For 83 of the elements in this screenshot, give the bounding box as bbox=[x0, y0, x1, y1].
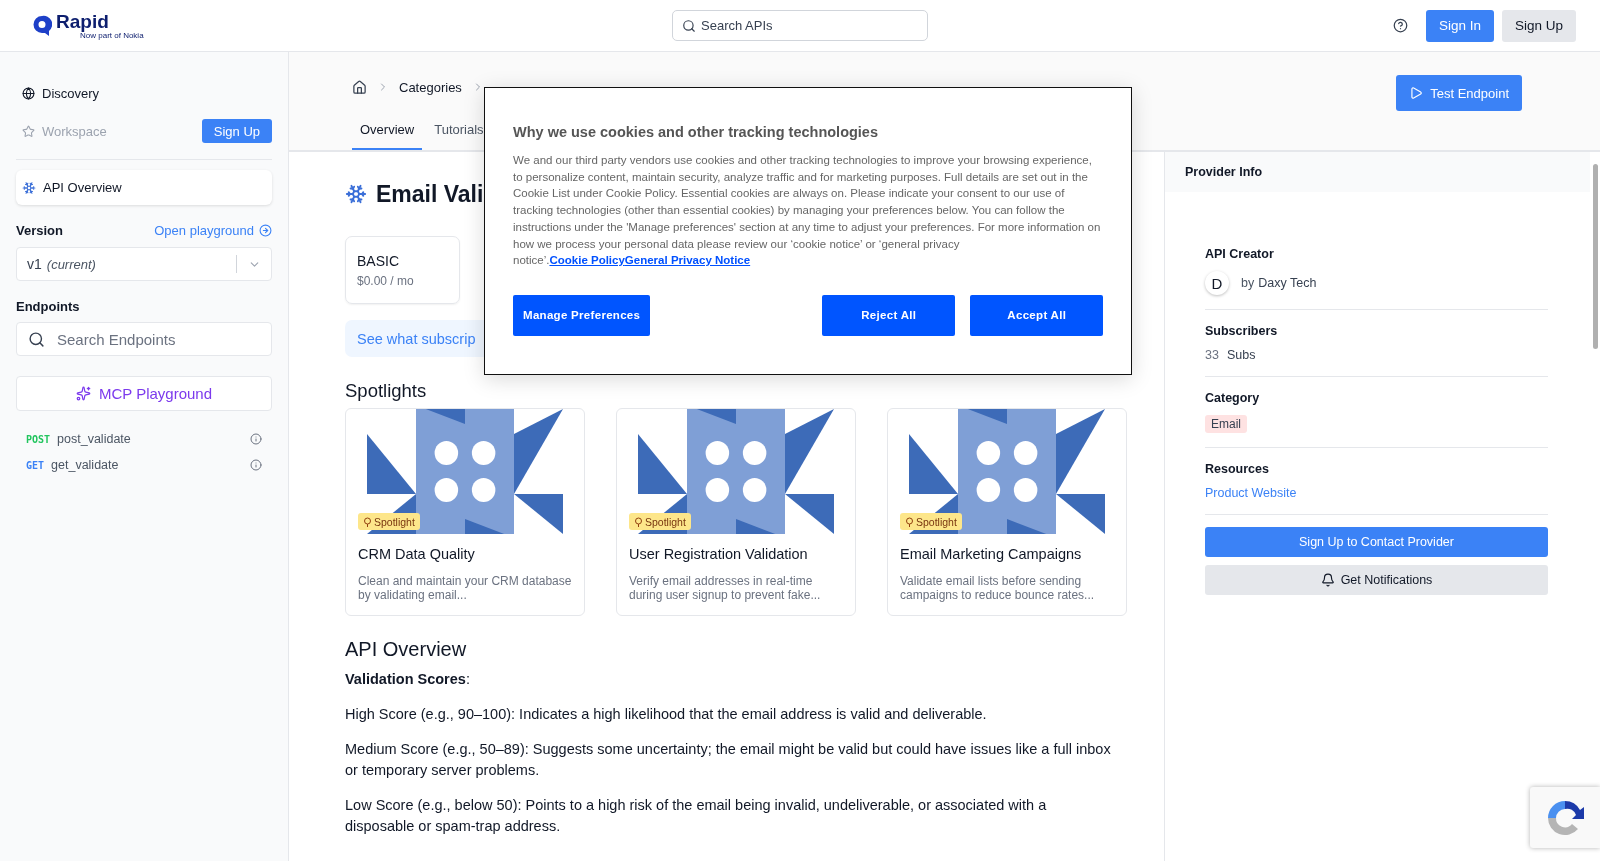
endpoints-label: Endpoints bbox=[16, 299, 80, 314]
play-icon bbox=[1409, 86, 1424, 100]
subscriber-count: 33 bbox=[1205, 348, 1219, 362]
dialog-title: Why we use cookies and other tracking technologies bbox=[513, 124, 879, 140]
policy-link[interactable]: Cookie Policy bbox=[549, 254, 625, 267]
category-tag[interactable]: Email bbox=[1205, 415, 1247, 433]
paragraph: Medium Score (e.g., 50–89): Suggests some uncertainty; the email might be valid but could have issues like a full inbox or temporary server problems. bbox=[345, 740, 1112, 780]
help-icon[interactable] bbox=[1392, 18, 1408, 33]
open-playground-link[interactable]: Open playground bbox=[154, 223, 272, 238]
card-description: Validate email lists before sending campaigns to reduce bounce rates... bbox=[900, 574, 1096, 602]
mcp-playground-button[interactable]: MCP Playground bbox=[16, 376, 272, 411]
breadcrumb-link[interactable]: Categories bbox=[399, 79, 462, 95]
search-icon bbox=[682, 18, 696, 33]
logo-name: Rapid bbox=[56, 11, 110, 31]
by-label: by bbox=[1241, 276, 1255, 290]
version-label: Version bbox=[16, 223, 63, 238]
logo-icon bbox=[32, 14, 52, 37]
endpoint-search-field[interactable]: Search Endpoints bbox=[16, 322, 272, 356]
card-description: Clean and maintain your CRM database by validating email... bbox=[358, 574, 572, 602]
section-heading: Spotlights bbox=[345, 380, 428, 402]
scrollbar-thumb[interactable] bbox=[1592, 164, 1598, 349]
spotlight-badge: Spotlight bbox=[629, 513, 691, 530]
card-title: CRM Data Quality bbox=[358, 546, 476, 562]
endpoint-item[interactable]: GET get_validate bbox=[16, 455, 272, 475]
paragraph: High Score (e.g., 90–100): Indicates a high likelihood that the email address is valid and deliverable. bbox=[345, 705, 988, 724]
sign-up-button[interactable]: Sign Up bbox=[1501, 9, 1576, 42]
snowflake-icon bbox=[345, 183, 367, 205]
consent-button[interactable]: Manage Preferences bbox=[513, 294, 651, 336]
plan-card[interactable]: BASIC $0.00 / mo bbox=[345, 236, 460, 304]
captcha-badge[interactable] bbox=[1530, 787, 1600, 848]
product-website-link[interactable]: Product Website bbox=[1205, 486, 1548, 500]
version-select[interactable]: v1 (current) bbox=[16, 247, 272, 281]
snowflake-icon bbox=[22, 180, 36, 195]
consent-button[interactable]: Accept All bbox=[970, 294, 1104, 336]
method-label: POST bbox=[26, 433, 51, 445]
plan-price: $0.00 / mo bbox=[357, 274, 415, 288]
section-label: Subscribers bbox=[1205, 324, 1279, 338]
endpoint-item[interactable]: POST post_validate bbox=[16, 429, 272, 449]
endpoint-name: get_validate bbox=[51, 458, 120, 472]
creator-name: Daxy Tech bbox=[1258, 276, 1317, 290]
policy-link[interactable]: General Privacy Notice bbox=[624, 254, 751, 267]
home-icon[interactable] bbox=[352, 79, 367, 95]
spotlight-card[interactable]: Spotlight User Registration Validation Verify email addresses in real-time during user signup to prevent fake... bbox=[616, 408, 856, 616]
section-label: API Creator bbox=[1205, 247, 1275, 261]
consent-button[interactable]: Reject All bbox=[822, 294, 956, 336]
arrow-right-circle-icon bbox=[259, 224, 272, 237]
section-heading: API Overview bbox=[345, 638, 468, 661]
search-field[interactable]: Search APIs bbox=[672, 10, 928, 41]
contact-provider-button[interactable]: Sign Up to Contact Provider bbox=[1205, 527, 1548, 557]
sparkles-icon bbox=[75, 386, 91, 401]
subscriber-unit: Subs bbox=[1226, 348, 1256, 362]
dialog-text: We and our third party vendors use cookies and other tracking technologies to improve your browsing experience, to personalize content, maintain security, analyze traffic and for marketing purposes. Full details are set out in the Cookie List under Cookie Policy. Essential cookies are always on. Please indicate your consent to our use of tracking technologies (other than essential cookies) by managing your preferences below. You can follow the instructions under the 'Manage preferences' section at any time to adjust your preferences. For more information on how we process your personal data please review our ‘cookie notice’ or ‘general privacy notice’.Cookie PolicyGeneral Privacy Notice bbox=[513, 153, 1102, 269]
info-icon[interactable] bbox=[250, 433, 262, 445]
section-label: Resources bbox=[1205, 462, 1270, 476]
section-label: Category bbox=[1205, 391, 1261, 405]
panel-header: Provider Info bbox=[1165, 152, 1590, 192]
sign-up-button[interactable]: Sign Up bbox=[201, 119, 272, 143]
nav-link[interactable]: Discovery bbox=[22, 85, 100, 101]
spotlight-card[interactable]: Spotlight Email Marketing Campaigns Validate email lists before sending campaigns to reduce bounce rates... bbox=[887, 408, 1127, 616]
sign-in-button[interactable]: Sign In bbox=[1425, 9, 1494, 42]
paragraph-heading: Validation Scores: bbox=[345, 670, 471, 689]
spotlight-card[interactable]: Spotlight CRM Data Quality Clean and maintain your CRM database by validating email... bbox=[345, 408, 585, 616]
method-label: GET bbox=[26, 459, 45, 471]
card-title: Email Marketing Campaigns bbox=[900, 546, 1083, 562]
spotlight-badge: Spotlight bbox=[900, 513, 962, 530]
notifications-button[interactable]: Get Notifications bbox=[1205, 565, 1548, 595]
endpoint-name: post_validate bbox=[57, 432, 132, 446]
star-icon bbox=[22, 124, 35, 138]
card-title: User Registration Validation bbox=[629, 546, 809, 562]
card-description: Verify email addresses in real-time during user signup to prevent fake... bbox=[629, 574, 822, 602]
search-icon bbox=[28, 330, 45, 348]
test-endpoint-button[interactable]: Test Endpoint bbox=[1396, 75, 1522, 111]
paragraph: Low Score (e.g., below 50): Points to a high risk of the email being invalid, undeliverable, or associated with a disposable or spam-trap address. bbox=[345, 796, 1048, 836]
globe-icon bbox=[22, 86, 35, 100]
tab[interactable]: Tutorials bbox=[426, 110, 492, 150]
tab[interactable]: Overview bbox=[352, 110, 423, 150]
bell-icon bbox=[1320, 573, 1335, 587]
logo-tagline: Now part of Nokia bbox=[80, 31, 144, 40]
spotlight-badge: Spotlight bbox=[358, 513, 420, 530]
api-title: Email Vali bbox=[376, 180, 484, 208]
plan-name: BASIC bbox=[357, 253, 400, 269]
info-icon[interactable] bbox=[250, 459, 262, 471]
api-overview-item[interactable]: API Overview bbox=[16, 170, 272, 205]
